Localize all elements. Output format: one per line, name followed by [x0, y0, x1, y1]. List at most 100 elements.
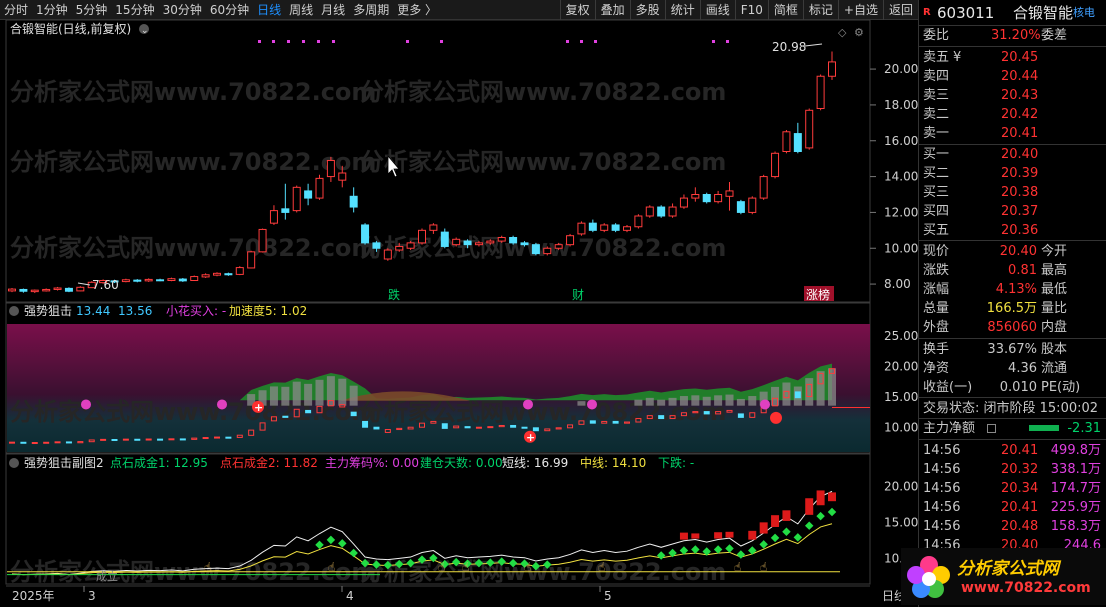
candle-body [213, 272, 221, 276]
y-tick-label: 12.00 [884, 205, 918, 219]
tool-button[interactable]: 统计 [664, 0, 700, 20]
hand-icon: ☝ [462, 560, 469, 574]
sub1-candle [134, 438, 141, 441]
hand-icon: ☝ [734, 560, 741, 574]
diamond-signal [827, 507, 837, 517]
list-icon[interactable] [987, 424, 996, 433]
sub1-y-label: 15.00 [884, 390, 918, 404]
candle-body [201, 274, 210, 278]
flower-icon [217, 399, 227, 410]
net-flow-value: -2.31 [1067, 421, 1101, 436]
stock-name: 合锻智能 [1013, 4, 1074, 22]
candle-body [657, 206, 666, 217]
red-signal-bar [782, 510, 791, 521]
tool-button[interactable]: 标记 [802, 0, 838, 20]
period-tab[interactable]: 1分钟 [32, 0, 72, 20]
sub1-y-axis: 25.00 20.00 15.00 10.00 [884, 329, 918, 434]
signal-dot [566, 40, 569, 43]
candle-body [759, 176, 768, 199]
sub2-legend-item: 点石成金2: 11.82 [220, 455, 318, 470]
candle-body [440, 231, 449, 247]
period-tab[interactable]: 月线 [317, 0, 349, 20]
tick-price: 20.34 [1001, 481, 1039, 496]
candle-body [748, 197, 757, 213]
hand-icon: ☝ [524, 560, 531, 574]
candle-body [463, 240, 472, 246]
period-tab[interactable]: 15分钟 [111, 0, 158, 20]
watermark-text: 分析家公式网www.70822.com [10, 78, 376, 106]
sub2-menu-icon[interactable] [9, 458, 19, 468]
bid-label: 买一 [923, 147, 950, 162]
sub2-legend: 点石成金1: 12.95 点石成金2: 11.82 主力筹码%: 0.00 建仓天数:… [110, 455, 694, 470]
candle-body [315, 177, 324, 199]
stock-badge: R [923, 7, 931, 18]
period-tab[interactable]: 日线 [253, 0, 285, 20]
candle-body [269, 210, 278, 224]
period-tab[interactable]: 周线 [285, 0, 317, 20]
candle-body [8, 288, 16, 292]
tool-button[interactable]: 简框 [767, 0, 803, 20]
signal-dot [580, 40, 583, 43]
tick-row: 14:56 20.48 158.3万 [919, 517, 1106, 536]
y-tick-label: 20.00 [884, 62, 918, 76]
candle-body [600, 224, 609, 231]
x-axis: 3 4 5 [83, 586, 612, 603]
sub2-y-label: 15.00 [884, 516, 918, 530]
event-marker: 财 [572, 288, 584, 302]
red-signal-bar [714, 532, 723, 539]
indicator-bar [634, 399, 643, 406]
period-toolbar: 分时 1分钟 5分钟 15分钟 30分钟 60分钟 日线 周线 月线 多周期 更多 〉 复权 叠加 多股… [0, 0, 918, 20]
gear-icon[interactable]: ⚙ [854, 26, 864, 39]
period-tab[interactable]: 5分钟 [72, 0, 112, 20]
stat-value: 4.13% [995, 282, 1037, 297]
stock-tag[interactable]: 核电 [1073, 2, 1095, 24]
ball-icon [770, 411, 782, 424]
diamond-signal [725, 544, 734, 553]
diamond-signal [793, 533, 803, 542]
candle-body [566, 235, 575, 246]
period-tab[interactable]: 多周期 [349, 0, 393, 20]
candle-body [30, 289, 39, 293]
tool-button[interactable]: 叠加 [594, 0, 630, 20]
kline-chart-area[interactable]: 分析家公式网www.70822.com 分析家公式网www.70822.com 分析… [0, 19, 918, 607]
red-signal-bar [691, 533, 700, 539]
sub1-candle [305, 409, 312, 414]
flower-icon [523, 399, 533, 410]
sub1-candle [487, 426, 494, 429]
flower-logo-icon [907, 556, 950, 598]
sub1-candle [225, 436, 232, 439]
sub1-background [7, 324, 870, 452]
period-tab[interactable]: 60分钟 [206, 0, 253, 20]
candle-body [349, 195, 358, 208]
net-flow-row: 主力净额 -2.31 [919, 419, 1106, 438]
tick-volume: 499.8万 [1050, 443, 1101, 458]
tool-button[interactable]: 多股 [629, 0, 665, 20]
ask-row: 卖一 20.41 [919, 124, 1106, 143]
stat2-value: 33.67% [987, 342, 1037, 357]
ask-price: 20.41 [1001, 126, 1039, 141]
tool-button[interactable]: +自选 [837, 0, 883, 20]
period-tab[interactable]: 30分钟 [159, 0, 206, 20]
plus-glyph: + [254, 401, 263, 414]
period-tab[interactable]: 更多 〉 [393, 0, 441, 20]
diamond-icon[interactable]: ◇ [838, 26, 847, 39]
sub1-value-2: 13.56 [118, 304, 152, 318]
candle-body [520, 242, 529, 246]
bid-label: 买三 [923, 185, 950, 200]
indicator-bar [577, 401, 586, 406]
period-tab[interactable]: 分时 [0, 0, 32, 20]
tool-button[interactable]: F10 [734, 0, 768, 20]
ask-label: 卖四 [923, 69, 950, 84]
tool-button[interactable]: 画线 [699, 0, 735, 20]
stat-label-2: 最高 [1041, 263, 1068, 278]
sub1-menu-icon[interactable] [9, 306, 19, 316]
indicator-bar [668, 397, 677, 406]
tool-button[interactable]: 复权 [559, 0, 595, 20]
indicator-bar [702, 396, 711, 406]
tool-buttons: 复权 叠加 多股 统计 画线 F10 简框 标记 +自选 返回 [559, 0, 918, 20]
candle-body [634, 215, 643, 228]
stat-label-2: 内盘 [1041, 320, 1068, 335]
tool-button[interactable]: 返回 [882, 0, 918, 20]
candle-body [588, 222, 597, 231]
diamond-signal [315, 540, 324, 550]
